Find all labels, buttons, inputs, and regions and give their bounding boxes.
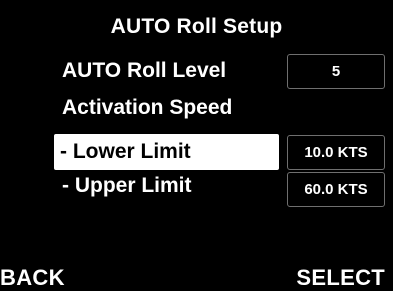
menu-item-upper-limit[interactable]: - Upper Limit — [62, 174, 192, 198]
back-softkey[interactable]: BACK — [0, 265, 65, 291]
auto-roll-level-value[interactable]: 5 — [287, 54, 385, 89]
activation-speed-heading: Activation Speed — [62, 96, 233, 119]
screen-title: AUTO Roll Setup — [110, 15, 283, 38]
menu-item-auto-roll-level[interactable]: AUTO Roll Level — [62, 59, 226, 83]
lower-limit-value[interactable]: 10.0 KTS — [287, 135, 385, 170]
upper-limit-value[interactable]: 60.0 KTS — [287, 172, 385, 207]
menu-item-lower-limit[interactable]: - Lower Limit — [54, 134, 279, 170]
auto-roll-setup-screen: AUTO Roll Setup AUTO Roll Level 5 Activa… — [0, 0, 393, 291]
select-softkey[interactable]: SELECT — [296, 265, 385, 291]
